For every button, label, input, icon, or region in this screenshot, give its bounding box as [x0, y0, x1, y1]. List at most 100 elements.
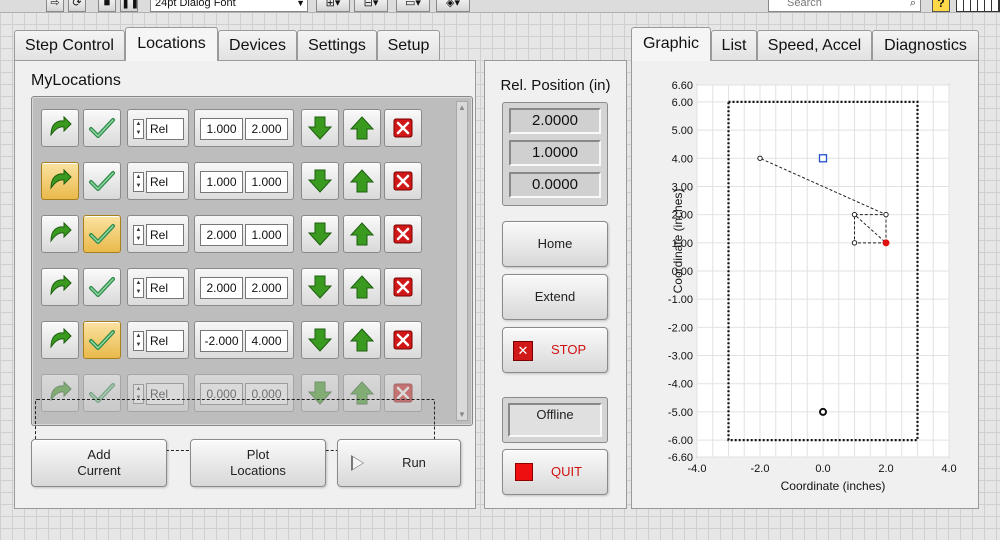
- x-coordinate-input[interactable]: -2.000: [200, 330, 243, 352]
- coordinate-inputs: 2.000 2.000: [194, 268, 294, 306]
- delete-location-button[interactable]: [384, 215, 422, 253]
- quit-square-icon: [515, 463, 533, 481]
- mode-spinner-icon[interactable]: ▲ ▼: [133, 225, 144, 245]
- x-coordinate-input[interactable]: 1.000: [200, 118, 243, 140]
- mode-value[interactable]: Rel: [146, 330, 184, 352]
- set-location-button[interactable]: [83, 162, 121, 200]
- mode-spinner-icon[interactable]: ▲ ▼: [133, 172, 144, 192]
- tab-list[interactable]: List: [711, 30, 757, 60]
- resize-icon[interactable]: ▭▾: [396, 0, 430, 12]
- current-position-marker: [882, 239, 890, 247]
- position-x: 2.0000: [509, 108, 601, 134]
- move-down-button[interactable]: [301, 268, 339, 306]
- move-down-button[interactable]: [301, 215, 339, 253]
- tab-locations[interactable]: Locations: [125, 27, 218, 61]
- plot-locations-label: Plot Locations: [230, 447, 286, 478]
- y-coordinate-input[interactable]: 1.000: [245, 224, 288, 246]
- offline-indicator: Offline: [502, 397, 608, 443]
- run-button[interactable]: Run: [337, 439, 461, 487]
- set-location-button[interactable]: [83, 321, 121, 359]
- y-coordinate-input[interactable]: 2.000: [245, 277, 288, 299]
- set-location-button[interactable]: [83, 109, 121, 147]
- mode-selector[interactable]: ▲ ▼ Rel: [127, 162, 189, 200]
- goto-location-button[interactable]: [41, 268, 79, 306]
- list-scrollbar[interactable]: ▲ ▼: [456, 101, 468, 421]
- locations-panel: MyLocations ▲ ▼ Rel 1.000 2.000 ▲ ▼ Rel 1.000 1.0…: [14, 60, 476, 509]
- move-up-button[interactable]: [343, 215, 381, 253]
- location-point: [851, 211, 858, 218]
- mylocations-title: MyLocations: [31, 72, 121, 89]
- align-icon[interactable]: ⊞▾: [316, 0, 350, 12]
- continuous-run-icon[interactable]: ⟳: [68, 0, 86, 12]
- tab-setup[interactable]: Setup: [377, 30, 440, 60]
- stop-button[interactable]: ✕ STOP: [502, 327, 608, 373]
- mode-spinner-icon[interactable]: ▲ ▼: [133, 331, 144, 351]
- extend-button[interactable]: Extend: [502, 274, 608, 320]
- y-tick-label: 5.00: [672, 125, 693, 137]
- abort-icon[interactable]: ■: [98, 0, 116, 12]
- goto-location-button[interactable]: [41, 162, 79, 200]
- tab-diagnostics[interactable]: Diagnostics: [872, 30, 979, 60]
- mode-value[interactable]: Rel: [146, 224, 184, 246]
- toolbar: ⇨ ⟳ ■ ❚❚ 24pt Dialog Font ▼ ⊞▾ ⊟▾ ▭▾ ◈▾ …: [0, 0, 1000, 13]
- move-up-button[interactable]: [343, 321, 381, 359]
- mode-value[interactable]: Rel: [146, 277, 184, 299]
- y-tick-label: 6.60: [672, 80, 693, 92]
- move-down-button[interactable]: [301, 109, 339, 147]
- tab-settings[interactable]: Settings: [297, 30, 377, 60]
- tab-graphic[interactable]: Graphic: [631, 27, 711, 61]
- move-down-button[interactable]: [301, 162, 339, 200]
- search-input[interactable]: Search ⌕: [768, 0, 921, 12]
- scroll-down-icon[interactable]: ▼: [457, 410, 467, 419]
- location-plot[interactable]: -6.60-6.00-5.00-4.00-3.00-2.00-1.000.001…: [632, 61, 978, 508]
- y-coordinate-input[interactable]: 4.000: [245, 330, 288, 352]
- position-panel: Rel. Position (in) 2.0000 1.0000 0.0000 …: [484, 60, 627, 509]
- location-row: ▲ ▼ Rel 2.000 1.000: [41, 215, 426, 253]
- y-tick-label: -3.00: [668, 351, 693, 363]
- help-button[interactable]: ?: [932, 0, 950, 12]
- mode-spinner-icon[interactable]: ▲ ▼: [133, 278, 144, 298]
- reorder-icon[interactable]: ◈▾: [436, 0, 470, 12]
- font-select[interactable]: 24pt Dialog Font ▼: [150, 0, 308, 12]
- plot-locations-button[interactable]: Plot Locations: [190, 439, 326, 487]
- pause-icon[interactable]: ❚❚: [120, 0, 139, 12]
- mode-selector[interactable]: ▲ ▼ Rel: [127, 215, 189, 253]
- mode-selector[interactable]: ▲ ▼ Rel: [127, 109, 189, 147]
- mode-spinner-icon[interactable]: ▲ ▼: [133, 119, 144, 139]
- mode-value[interactable]: Rel: [146, 118, 184, 140]
- distribute-icon[interactable]: ⊟▾: [354, 0, 388, 12]
- context-help-grid-icon: [956, 0, 1000, 12]
- mode-value[interactable]: Rel: [146, 171, 184, 193]
- delete-location-button[interactable]: [384, 321, 422, 359]
- goto-location-button[interactable]: [41, 109, 79, 147]
- add-current-button[interactable]: Add Current: [31, 439, 167, 487]
- set-location-button[interactable]: [83, 268, 121, 306]
- x-coordinate-input[interactable]: 2.000: [200, 224, 243, 246]
- x-coordinate-input[interactable]: 2.000: [200, 277, 243, 299]
- quit-button[interactable]: QUIT: [502, 449, 608, 495]
- mode-selector[interactable]: ▲ ▼ Rel: [127, 268, 189, 306]
- arrow-run-icon[interactable]: ⇨: [46, 0, 64, 12]
- tab-devices[interactable]: Devices: [218, 30, 297, 60]
- mode-selector[interactable]: ▲ ▼ Rel: [127, 321, 189, 359]
- move-up-button[interactable]: [343, 162, 381, 200]
- goto-location-button[interactable]: [41, 321, 79, 359]
- x-coordinate-input[interactable]: 1.000: [200, 171, 243, 193]
- scroll-up-icon[interactable]: ▲: [457, 103, 467, 112]
- home-button[interactable]: Home: [502, 221, 608, 267]
- move-down-button[interactable]: [301, 321, 339, 359]
- x-tick-label: 2.0: [878, 463, 893, 475]
- delete-location-button[interactable]: [384, 162, 422, 200]
- delete-location-button[interactable]: [384, 268, 422, 306]
- tab-step-control[interactable]: Step Control: [14, 30, 125, 60]
- delete-location-button[interactable]: [384, 109, 422, 147]
- chevron-down-icon: ▼: [296, 0, 305, 8]
- move-up-button[interactable]: [343, 109, 381, 147]
- move-up-button[interactable]: [343, 268, 381, 306]
- set-location-button[interactable]: [83, 215, 121, 253]
- y-coordinate-input[interactable]: 2.000: [245, 118, 288, 140]
- target-square-marker: [818, 154, 828, 163]
- y-coordinate-input[interactable]: 1.000: [245, 171, 288, 193]
- goto-location-button[interactable]: [41, 215, 79, 253]
- tab-speed-accel[interactable]: Speed, Accel: [757, 30, 872, 60]
